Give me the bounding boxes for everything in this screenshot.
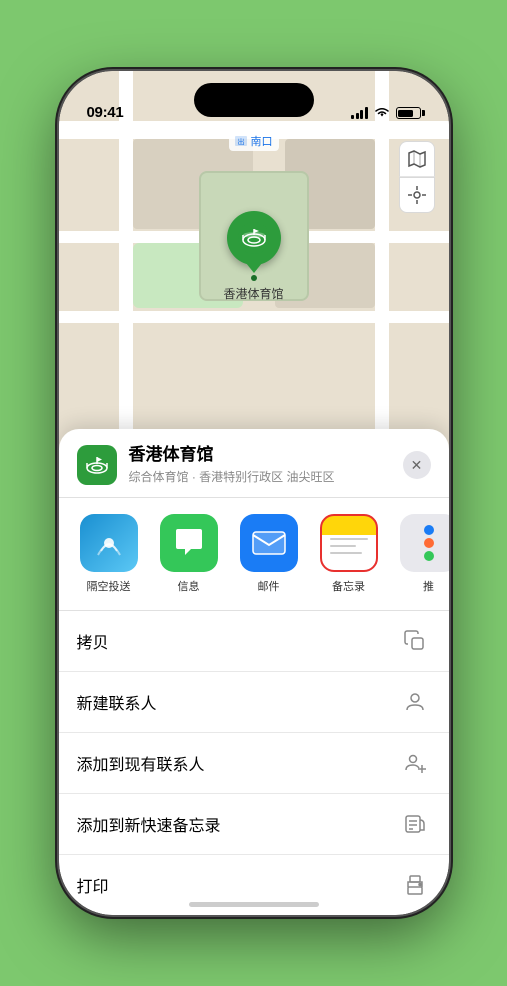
venue-subtitle: 综合体育馆 · 香港特别行政区 油尖旺区 — [129, 468, 403, 485]
mail-icon — [240, 514, 298, 572]
mail-label: 邮件 — [258, 578, 280, 594]
battery-icon — [396, 107, 421, 119]
close-button[interactable]: ✕ — [403, 451, 431, 479]
action-copy-label: 拷贝 — [77, 629, 109, 653]
location-button[interactable] — [399, 177, 435, 213]
action-new-contact-label: 新建联系人 — [77, 690, 157, 714]
status-time: 09:41 — [87, 104, 124, 121]
messages-icon — [160, 514, 218, 572]
more-label: 推 — [423, 578, 434, 594]
messages-label: 信息 — [178, 578, 200, 594]
action-add-contact[interactable]: 添加到现有联系人 — [59, 733, 449, 794]
action-quick-note-label: 添加到新快速备忘录 — [77, 812, 221, 836]
add-contact-icon — [399, 747, 431, 779]
airdrop-icon — [80, 514, 138, 572]
pin-circle — [226, 211, 280, 265]
action-add-contact-label: 添加到现有联系人 — [77, 751, 205, 775]
more-icon — [400, 514, 449, 572]
wifi-icon — [374, 105, 390, 121]
share-apps-row: 隔空投送 信息 — [59, 498, 449, 611]
notes-label: 备忘录 — [332, 578, 365, 594]
action-copy[interactable]: 拷贝 — [59, 611, 449, 672]
share-app-airdrop[interactable]: 隔空投送 — [69, 514, 149, 594]
notes-lines — [330, 538, 368, 554]
venue-info: 香港体育馆 综合体育馆 · 香港特别行政区 油尖旺区 — [129, 445, 403, 484]
dynamic-island — [194, 83, 314, 117]
venue-header: 香港体育馆 综合体育馆 · 香港特别行政区 油尖旺区 ✕ — [59, 429, 449, 498]
svg-text:出: 出 — [237, 137, 244, 146]
share-app-messages[interactable]: 信息 — [149, 514, 229, 594]
share-app-mail[interactable]: 邮件 — [229, 514, 309, 594]
quick-note-icon — [399, 808, 431, 840]
status-icons — [351, 105, 421, 121]
action-quick-note[interactable]: 添加到新快速备忘录 — [59, 794, 449, 855]
map-south-entrance-label: 出 南口 — [229, 131, 279, 151]
venue-logo — [77, 445, 117, 485]
share-app-notes[interactable]: 备忘录 — [309, 514, 389, 594]
notes-icon — [320, 514, 378, 572]
action-print-label: 打印 — [77, 873, 109, 897]
home-indicator — [189, 902, 319, 907]
print-icon — [399, 869, 431, 901]
phone-frame: 09:41 — [59, 71, 449, 915]
pin-dot — [250, 275, 256, 281]
new-contact-icon — [399, 686, 431, 718]
phone-screen: 09:41 — [59, 71, 449, 915]
action-new-contact[interactable]: 新建联系人 — [59, 672, 449, 733]
signal-icon — [351, 107, 368, 119]
bottom-sheet: 香港体育馆 综合体育馆 · 香港特别行政区 油尖旺区 ✕ 隔 — [59, 429, 449, 915]
pin-label: 香港体育馆 — [223, 285, 283, 302]
map-type-button[interactable] — [399, 141, 435, 177]
copy-icon — [399, 625, 431, 657]
map-controls — [399, 141, 435, 213]
venue-map-pin[interactable]: 香港体育馆 — [223, 211, 283, 302]
share-app-more[interactable]: 推 — [389, 514, 449, 594]
action-list: 拷贝 新建联系人 — [59, 611, 449, 915]
airdrop-label: 隔空投送 — [87, 578, 131, 594]
venue-name: 香港体育馆 — [129, 445, 403, 465]
